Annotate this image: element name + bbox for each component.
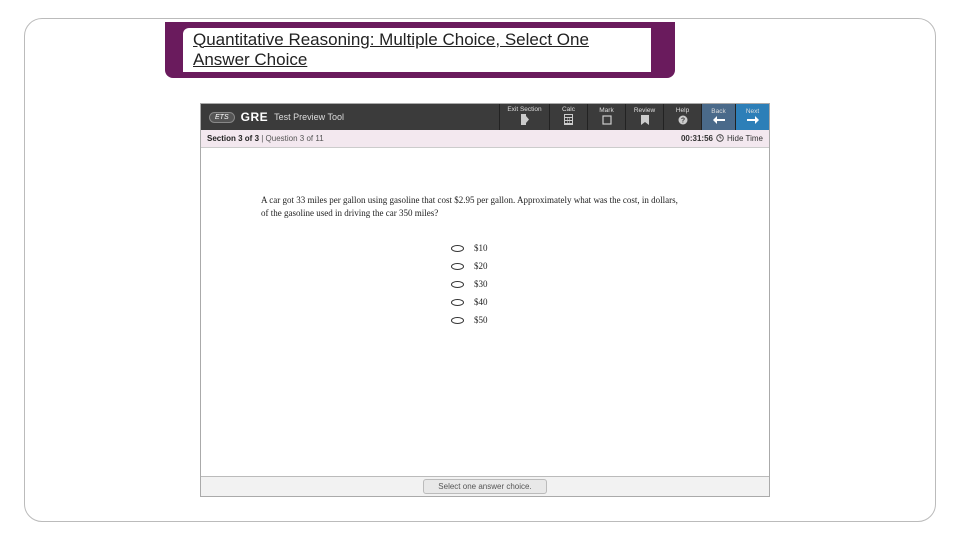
- bookmark-icon: [641, 115, 649, 129]
- timer-value: 00:31:56: [681, 134, 713, 143]
- choice-label: $50: [474, 315, 488, 325]
- review-label: Review: [634, 107, 655, 114]
- next-label: Next: [746, 108, 759, 115]
- section-info: Section 3 of 3 | Question 3 of 11: [207, 134, 324, 143]
- back-label: Back: [711, 108, 725, 115]
- choice-label: $30: [474, 279, 488, 289]
- clock-icon: [716, 134, 724, 144]
- mark-icon: [602, 115, 612, 129]
- hide-time-link[interactable]: Hide Time: [727, 134, 763, 143]
- arrow-right-icon: [747, 116, 759, 128]
- footer-bar: Select one answer choice.: [201, 476, 769, 496]
- choice-label: $20: [474, 261, 488, 271]
- calc-label: Calc: [562, 106, 575, 113]
- exit-label: Exit Section: [507, 106, 541, 113]
- choice-label: $10: [474, 243, 488, 253]
- choice-option[interactable]: $50: [451, 315, 709, 325]
- arrow-left-icon: [713, 116, 725, 128]
- svg-text:?: ?: [680, 117, 684, 124]
- radio-oval-icon: [451, 317, 464, 324]
- choice-option[interactable]: $40: [451, 297, 709, 307]
- toolbar-buttons: Exit Section Calc Mark Review: [499, 104, 769, 130]
- back-button[interactable]: Back: [701, 104, 735, 130]
- choice-option[interactable]: $30: [451, 279, 709, 289]
- mark-button[interactable]: Mark: [587, 104, 625, 130]
- tool-name: Test Preview Tool: [274, 112, 344, 122]
- choice-option[interactable]: $10: [451, 243, 709, 253]
- app-toolbar: ETS GRE Test Preview Tool Exit Section C…: [201, 104, 769, 130]
- radio-oval-icon: [451, 245, 464, 252]
- brand-area: ETS GRE Test Preview Tool: [201, 104, 499, 130]
- choice-option[interactable]: $20: [451, 261, 709, 271]
- slide-title: Quantitative Reasoning: Multiple Choice,…: [183, 28, 651, 73]
- radio-oval-icon: [451, 281, 464, 288]
- instruction-pill: Select one answer choice.: [423, 479, 546, 494]
- section-bar: Section 3 of 3 | Question 3 of 11 00:31:…: [201, 130, 769, 148]
- question-label: Question 3 of 11: [266, 134, 324, 143]
- gre-logo: GRE: [241, 110, 269, 124]
- review-button[interactable]: Review: [625, 104, 663, 130]
- calc-button[interactable]: Calc: [549, 104, 587, 130]
- choice-label: $40: [474, 297, 488, 307]
- help-button[interactable]: Help ?: [663, 104, 701, 130]
- exit-section-button[interactable]: Exit Section: [499, 104, 549, 130]
- exit-icon: [520, 114, 529, 129]
- radio-oval-icon: [451, 299, 464, 306]
- calculator-icon: [564, 114, 573, 129]
- ets-logo: ETS: [209, 112, 235, 123]
- choices-list: $10 $20 $30 $40 $50: [451, 243, 709, 325]
- app-window: ETS GRE Test Preview Tool Exit Section C…: [200, 103, 770, 497]
- section-label: Section 3 of 3: [207, 134, 259, 143]
- help-icon: ?: [678, 115, 688, 129]
- radio-oval-icon: [451, 263, 464, 270]
- next-button[interactable]: Next: [735, 104, 769, 130]
- question-content: A car got 33 miles per gallon using gaso…: [201, 148, 769, 476]
- question-text: A car got 33 miles per gallon using gaso…: [261, 194, 681, 219]
- help-label: Help: [676, 107, 689, 114]
- title-banner: Quantitative Reasoning: Multiple Choice,…: [165, 22, 675, 78]
- mark-label: Mark: [599, 107, 613, 114]
- timer-area: 00:31:56 Hide Time: [681, 134, 763, 144]
